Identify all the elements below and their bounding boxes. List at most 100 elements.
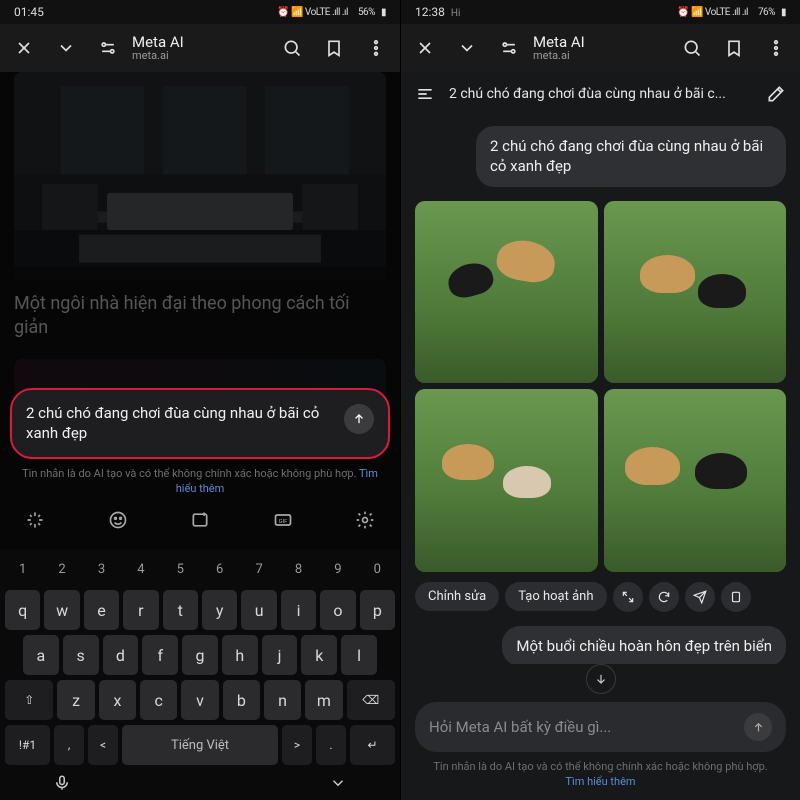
page-title[interactable]: Meta AI meta.ai	[533, 34, 668, 63]
mic-icon[interactable]	[53, 774, 71, 796]
key-8[interactable]: 8	[281, 553, 316, 585]
key-r[interactable]: r	[123, 590, 158, 630]
chevron-down-icon[interactable]	[449, 30, 485, 66]
key-o[interactable]: o	[320, 590, 355, 630]
key-enter[interactable]: ↵	[350, 725, 395, 765]
edit-button[interactable]: Chỉnh sửa	[415, 582, 499, 611]
learn-more-link[interactable]: Tìm hiểu thêm	[565, 775, 635, 788]
sparkle-icon[interactable]	[20, 505, 50, 535]
key-n[interactable]: n	[264, 680, 301, 720]
close-icon[interactable]	[6, 30, 42, 66]
thread-title: 2 chú chó đang chơi đùa cùng nhau ở bãi …	[449, 86, 752, 102]
key-f[interactable]: f	[142, 635, 178, 675]
key-s[interactable]: s	[63, 635, 99, 675]
expand-icon[interactable]	[613, 582, 643, 612]
share-icon[interactable]	[685, 582, 715, 612]
key-1[interactable]: 1	[5, 553, 40, 585]
generated-image-4[interactable]	[604, 389, 787, 572]
status-bar: 01:45 ⏰ 📶 VoLTE .ıll .ıl 56% ▮	[0, 0, 400, 24]
key-q[interactable]: q	[5, 590, 40, 630]
thread-header: 2 chú chó đang chơi đùa cùng nhau ở bãi …	[401, 72, 800, 116]
send-button[interactable]	[744, 713, 772, 741]
key-p[interactable]: p	[360, 590, 395, 630]
key-backspace[interactable]: ⌫	[347, 680, 395, 720]
key-a[interactable]: a	[23, 635, 59, 675]
bookmark-icon[interactable]	[716, 30, 752, 66]
key-b[interactable]: b	[223, 680, 260, 720]
menu-icon[interactable]	[411, 80, 439, 108]
key-u[interactable]: u	[241, 590, 276, 630]
search-icon[interactable]	[274, 30, 310, 66]
prompt-input-text[interactable]: 2 chú chó đang chơi đùa cùng nhau ở bãi …	[26, 404, 336, 443]
search-icon[interactable]	[674, 30, 710, 66]
key-lang-next[interactable]: >	[282, 725, 312, 765]
status-time: 12:38	[415, 5, 445, 19]
key-j[interactable]: j	[262, 635, 298, 675]
key-k[interactable]: k	[301, 635, 337, 675]
key-3[interactable]: 3	[84, 553, 119, 585]
key-7[interactable]: 7	[241, 553, 276, 585]
user-message: 2 chú chó đang chơi đùa cùng nhau ở bãi …	[476, 126, 786, 187]
keyboard-collapse-icon[interactable]	[329, 774, 347, 796]
animate-button[interactable]: Tạo hoạt ảnh	[505, 582, 606, 611]
key-c[interactable]: c	[140, 680, 177, 720]
phone-left: 01:45 ⏰ 📶 VoLTE .ıll .ıl 56% ▮ Meta AI m…	[0, 0, 400, 800]
key-l[interactable]: l	[341, 635, 377, 675]
key-y[interactable]: y	[202, 590, 237, 630]
chat-content[interactable]: 2 chú chó đang chơi đùa cùng nhau ở bãi …	[401, 116, 800, 664]
emoji-icon[interactable]	[103, 505, 133, 535]
key-h[interactable]: h	[222, 635, 258, 675]
gif-icon[interactable]: GIF	[268, 505, 298, 535]
key-symbols[interactable]: !#1	[5, 725, 50, 765]
suggestion-image[interactable]	[14, 72, 386, 282]
image-add-icon[interactable]	[185, 505, 215, 535]
kbd-row-numbers: 1 2 3 4 5 6 7 8 9 0	[3, 553, 397, 585]
key-4[interactable]: 4	[123, 553, 158, 585]
generated-image-2[interactable]	[604, 201, 787, 384]
more-menu-icon[interactable]	[758, 30, 794, 66]
keyboard[interactable]: 1 2 3 4 5 6 7 8 9 0 q w e r t y u i o p …	[0, 549, 400, 800]
key-d[interactable]: d	[103, 635, 139, 675]
chevron-down-icon[interactable]	[48, 30, 84, 66]
key-dot[interactable]: .	[316, 725, 346, 765]
settings-sliders-icon[interactable]	[90, 30, 126, 66]
key-v[interactable]: v	[181, 680, 218, 720]
generated-image-3[interactable]	[415, 389, 598, 572]
status-bar: 12:38 Hi ⏰ 📶 VoLTE .ıll .ıl 76% ▮	[401, 0, 800, 24]
prompt-input-highlighted[interactable]: 2 chú chó đang chơi đùa cùng nhau ở bãi …	[10, 388, 390, 459]
key-shift[interactable]: ⇧	[5, 680, 53, 720]
page-url: meta.ai	[132, 50, 268, 62]
regenerate-icon[interactable]	[649, 582, 679, 612]
key-m[interactable]: m	[305, 680, 342, 720]
key-x[interactable]: x	[99, 680, 136, 720]
key-comma[interactable]: ,	[54, 725, 84, 765]
chat-composer-area: Hỏi Meta AI bất kỳ điều gì... Tin nhắn l…	[401, 664, 800, 800]
key-0[interactable]: 0	[360, 553, 395, 585]
key-t[interactable]: t	[163, 590, 198, 630]
key-5[interactable]: 5	[163, 553, 198, 585]
page-title-text: Meta AI	[132, 34, 268, 51]
save-icon[interactable]	[721, 582, 751, 612]
phone-right: 12:38 Hi ⏰ 📶 VoLTE .ıll .ıl 76% ▮ Meta A…	[400, 0, 800, 800]
scroll-to-bottom-button[interactable]	[586, 664, 616, 694]
send-button[interactable]	[344, 404, 374, 434]
compose-icon[interactable]	[762, 80, 790, 108]
key-e[interactable]: e	[84, 590, 119, 630]
key-space[interactable]: Tiếng Việt	[122, 725, 278, 765]
more-menu-icon[interactable]	[358, 30, 394, 66]
key-6[interactable]: 6	[202, 553, 237, 585]
key-w[interactable]: w	[44, 590, 79, 630]
bookmark-icon[interactable]	[316, 30, 352, 66]
settings-sliders-icon[interactable]	[491, 30, 527, 66]
key-z[interactable]: z	[57, 680, 94, 720]
generated-image-1[interactable]	[415, 201, 598, 384]
page-title[interactable]: Meta AI meta.ai	[132, 34, 268, 63]
key-i[interactable]: i	[281, 590, 316, 630]
key-9[interactable]: 9	[320, 553, 355, 585]
prompt-input[interactable]: Hỏi Meta AI bất kỳ điều gì...	[415, 702, 786, 752]
key-g[interactable]: g	[182, 635, 218, 675]
gear-icon[interactable]	[350, 505, 380, 535]
key-lang-prev[interactable]: <	[88, 725, 118, 765]
key-2[interactable]: 2	[44, 553, 79, 585]
close-icon[interactable]	[407, 30, 443, 66]
